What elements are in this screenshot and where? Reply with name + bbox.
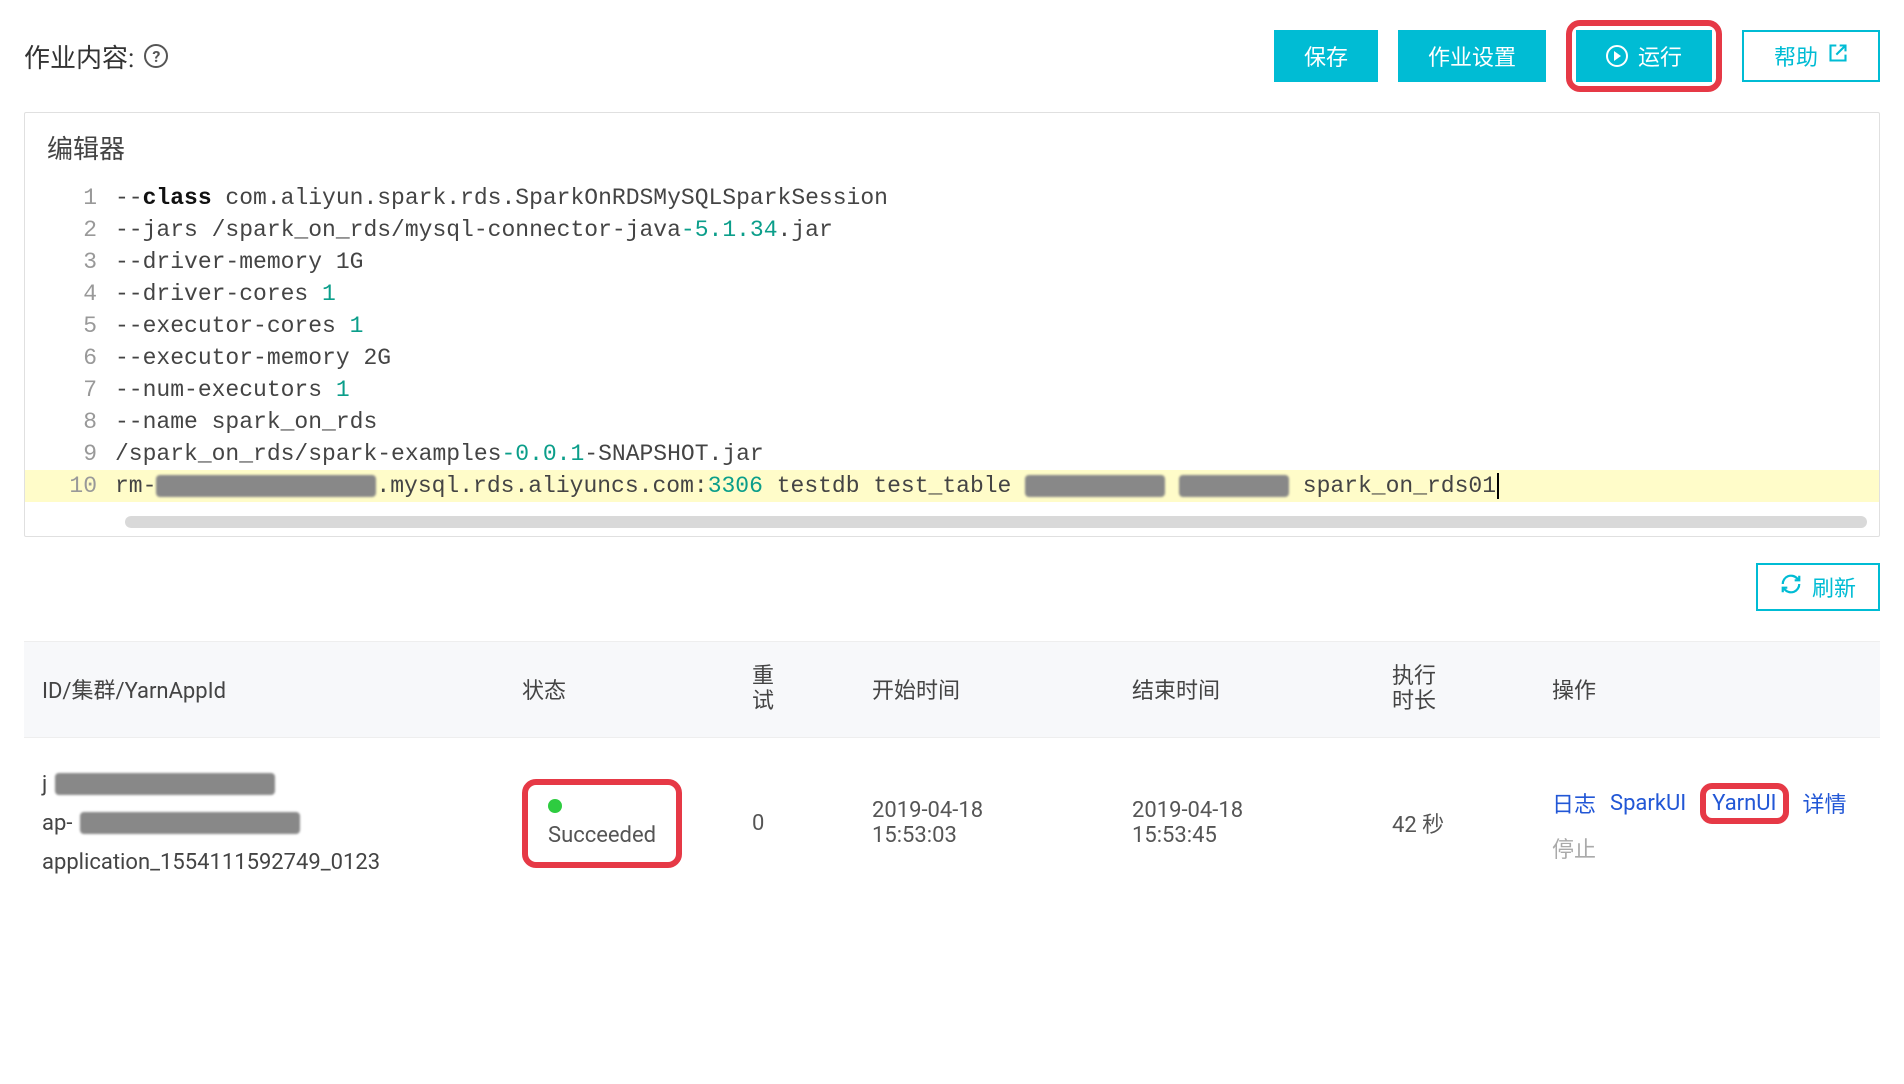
th-start: 开始时间 xyxy=(854,642,1114,737)
refresh-button[interactable]: 刷新 xyxy=(1756,563,1880,611)
editor-panel: 编辑器 1--class com.aliyun.spark.rds.SparkO… xyxy=(24,112,1880,537)
th-duration: 执行 时长 xyxy=(1374,642,1534,737)
redacted-pass xyxy=(1179,475,1289,497)
ops-stop-link[interactable]: 停止 xyxy=(1552,832,1596,864)
page-title: 作业内容: xyxy=(24,38,134,75)
code-editor[interactable]: 1--class com.aliyun.spark.rds.SparkOnRDS… xyxy=(25,182,1879,528)
run-button[interactable]: 运行 xyxy=(1576,30,1712,82)
refresh-icon xyxy=(1780,573,1802,601)
th-ops: 操作 xyxy=(1534,642,1880,737)
ops-log-link[interactable]: 日志 xyxy=(1552,787,1596,819)
top-bar: 作业内容: ? 保存 作业设置 运行 帮助 xyxy=(24,20,1880,92)
ops-detail-link[interactable]: 详情 xyxy=(1803,787,1847,819)
code-line-9: /spark_on_rds/spark-examples-0.0.1-SNAPS… xyxy=(115,438,1879,470)
code-line-4: --driver-cores 1 xyxy=(115,278,1879,310)
help-icon[interactable]: ? xyxy=(144,44,168,68)
yarn-app-id: application_1554111592749_0123 xyxy=(42,850,486,875)
save-button[interactable]: 保存 xyxy=(1274,30,1378,82)
cell-ops: 日志 SparkUI YarnUI 详情 停止 xyxy=(1534,749,1880,898)
status-dot-icon xyxy=(548,799,562,813)
run-label: 运行 xyxy=(1638,40,1682,72)
cell-status: Succeeded xyxy=(504,745,734,902)
yarnui-highlight: YarnUI xyxy=(1700,783,1788,824)
cell-end: 2019-04-18 15:53:45 xyxy=(1114,764,1374,882)
code-line-8: --name spark_on_rds xyxy=(115,406,1879,438)
code-line-3: --driver-memory 1G xyxy=(115,246,1879,278)
ops-sparkui-link[interactable]: SparkUI xyxy=(1610,791,1686,816)
refresh-label: 刷新 xyxy=(1812,571,1856,603)
cell-id: j ap- application_1554111592749_0123 xyxy=(24,738,504,909)
code-line-5: --executor-cores 1 xyxy=(115,310,1879,342)
refresh-row: 刷新 xyxy=(24,563,1880,611)
status-label: Succeeded xyxy=(548,823,656,848)
th-id: ID/集群/YarnAppId xyxy=(24,642,504,737)
code-line-10: rm-.mysql.rds.aliyuncs.com:3306 testdb t… xyxy=(115,470,1879,502)
redacted-jobid xyxy=(55,773,275,795)
table-header: ID/集群/YarnAppId 状态 重 试 开始时间 结束时间 执行 时长 操… xyxy=(24,641,1880,738)
help-label: 帮助 xyxy=(1774,40,1818,72)
cell-start: 2019-04-18 15:53:03 xyxy=(854,764,1114,882)
cell-duration: 42 秒 xyxy=(1374,773,1534,873)
editor-title: 编辑器 xyxy=(25,113,1879,182)
redacted-host xyxy=(156,475,376,497)
code-line-6: --executor-memory 2G xyxy=(115,342,1879,374)
play-icon xyxy=(1606,45,1628,67)
cell-retry: 0 xyxy=(734,777,854,870)
table-row: j ap- application_1554111592749_0123 Suc… xyxy=(24,738,1880,909)
th-retry: 重 试 xyxy=(734,642,854,737)
title-wrap: 作业内容: ? xyxy=(24,38,168,75)
code-line-1: --class com.aliyun.spark.rds.SparkOnRDSM… xyxy=(115,182,1879,214)
job-settings-button[interactable]: 作业设置 xyxy=(1398,30,1546,82)
external-link-icon xyxy=(1828,43,1848,69)
th-status: 状态 xyxy=(504,642,734,737)
cursor xyxy=(1497,473,1499,499)
action-buttons: 保存 作业设置 运行 帮助 xyxy=(1274,20,1880,92)
redacted-user xyxy=(1025,475,1165,497)
ops-yarnui-link[interactable]: YarnUI xyxy=(1712,791,1776,816)
th-end: 结束时间 xyxy=(1114,642,1374,737)
redacted-cluster xyxy=(80,812,300,834)
job-history-table: ID/集群/YarnAppId 状态 重 试 开始时间 结束时间 执行 时长 操… xyxy=(24,641,1880,909)
status-highlight: Succeeded xyxy=(522,779,682,868)
horizontal-scrollbar[interactable] xyxy=(125,516,1867,528)
help-button[interactable]: 帮助 xyxy=(1742,30,1880,82)
code-line-2: --jars /spark_on_rds/mysql-connector-jav… xyxy=(115,214,1879,246)
code-line-7: --num-executors 1 xyxy=(115,374,1879,406)
run-highlight: 运行 xyxy=(1566,20,1722,92)
